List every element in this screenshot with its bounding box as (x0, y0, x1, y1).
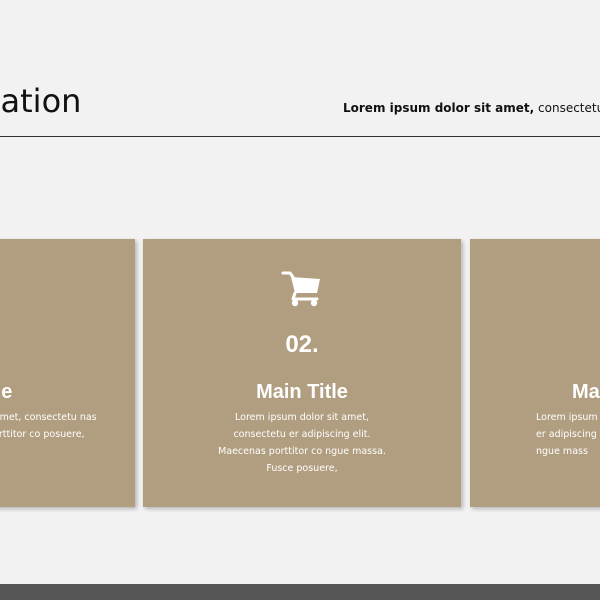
card-description: Lorem ipsum dolor sit amet, consectetu e… (218, 412, 386, 474)
subtitle-rest: consectetuer adipis (538, 101, 600, 115)
slide-subtitle: Lorem ipsum dolor sit amet, consectetuer… (343, 101, 600, 115)
slide-title: entation (0, 82, 82, 120)
header-divider (0, 136, 600, 137)
card-description: t amet, consectetu nas porttitor co posu… (0, 412, 97, 440)
card-middle: 02. Main Title Lorem ipsum dolor sit ame… (143, 239, 461, 507)
bottom-bar (0, 584, 600, 600)
shopping-cart-icon-svg (281, 271, 320, 307)
slide: entation Lorem ipsum dolor sit amet, con… (0, 0, 600, 600)
subtitle-bold: Lorem ipsum dolor sit amet, (343, 101, 535, 115)
card-description: Lorem ipsum d er adipiscing e ngue mass (536, 412, 600, 457)
shopping-cart-icon (143, 265, 461, 311)
card-title: tle (0, 381, 13, 403)
card-right: Ma Lorem ipsum d er adipiscing e ngue ma… (470, 239, 600, 507)
card-title: Ma (572, 381, 600, 403)
card-title: Main Title (256, 381, 348, 403)
card-left: tle t amet, consectetu nas porttitor co … (0, 239, 135, 507)
card-number: 02. (285, 331, 319, 358)
